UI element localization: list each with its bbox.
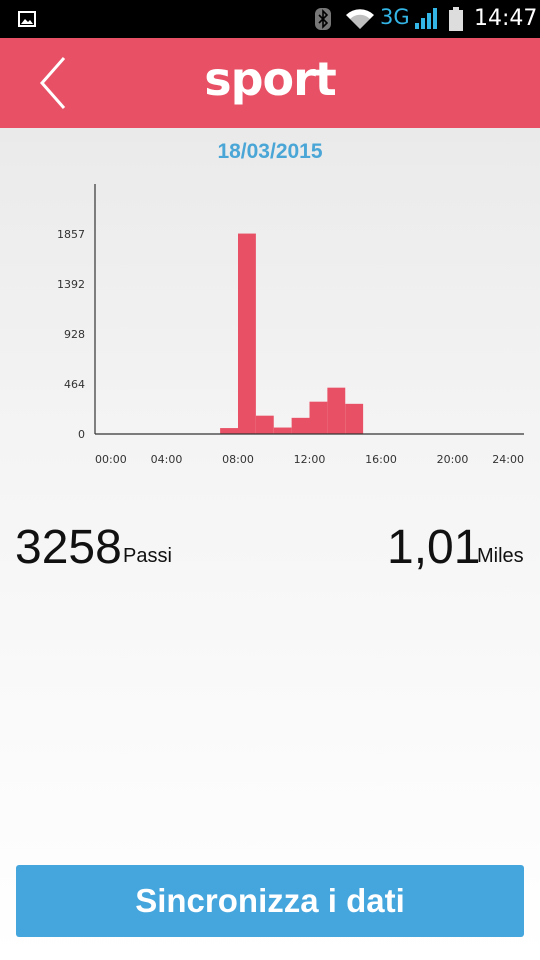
bar-10 [273, 427, 292, 434]
date-label[interactable]: 18/03/2015 [0, 140, 540, 164]
wifi-icon [346, 9, 374, 29]
clock: 14:47 [474, 6, 538, 31]
y-tick-label: 1857 [57, 228, 85, 241]
bar-8 [238, 233, 256, 434]
x-tick-label: 12:00 [294, 453, 326, 466]
x-tick-label: 08:00 [222, 453, 254, 466]
battery-icon [449, 7, 463, 31]
steps-chart: 0 464 928 1392 1857 00:00 04:00 08:00 12:00 16:00… [57, 184, 524, 466]
distance-value: 1,01 [387, 521, 481, 574]
status-bar: 3G 14:47 [0, 0, 540, 38]
sync-button[interactable]: Sincronizza i dati [16, 865, 524, 937]
page-title: sport [204, 52, 337, 106]
x-tick-label: 04:00 [151, 453, 183, 466]
bar-7 [220, 428, 238, 434]
steps-unit: Passi [123, 545, 172, 567]
bar-11 [291, 417, 310, 434]
bar-14 [345, 403, 364, 434]
x-tick-label: 00:00 [95, 453, 127, 466]
bluetooth-icon [315, 8, 331, 30]
steps-value: 3258 [15, 521, 122, 574]
y-tick-label: 1392 [57, 278, 85, 291]
bar-9 [255, 415, 274, 434]
y-tick-label: 464 [64, 378, 85, 391]
bar-12 [309, 401, 328, 434]
bar-13 [327, 387, 346, 434]
x-tick-label: 20:00 [437, 453, 469, 466]
app-header: sport [0, 38, 540, 128]
distance-unit: Miles [477, 545, 524, 567]
y-tick-label: 0 [78, 428, 85, 441]
signal-icon [415, 8, 437, 29]
x-tick-label: 16:00 [365, 453, 397, 466]
image-icon [18, 11, 36, 27]
y-tick-label: 928 [64, 328, 85, 341]
x-tick-label: 24:00 [492, 453, 524, 466]
network-type: 3G [380, 5, 410, 29]
